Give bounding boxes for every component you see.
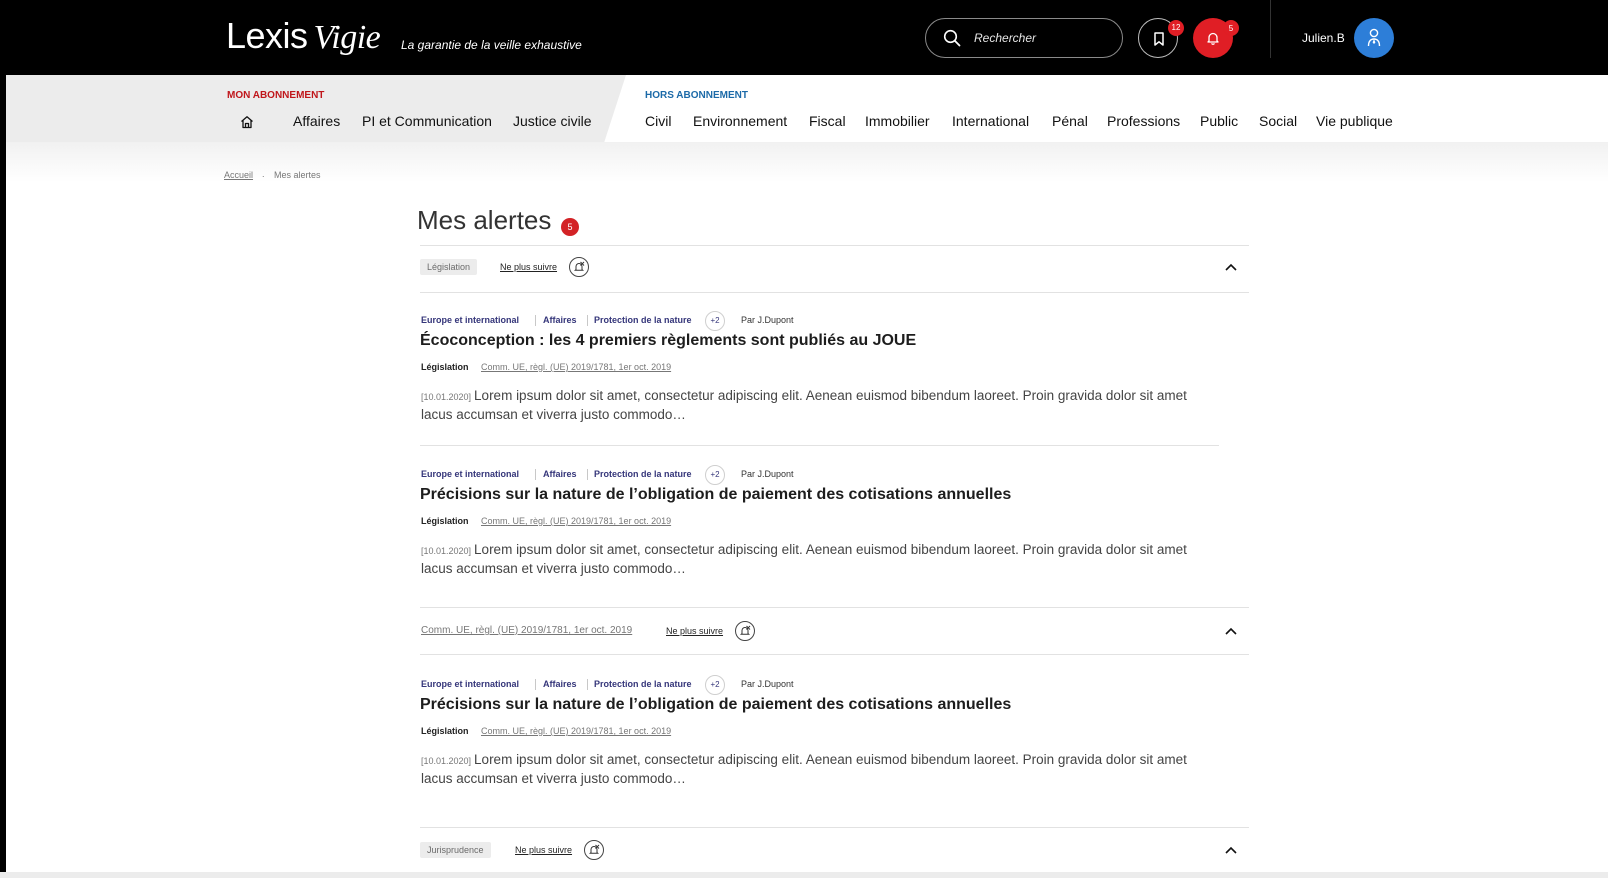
nav-item-vie-publique[interactable]: Vie publique: [1316, 113, 1393, 129]
search-box[interactable]: [925, 18, 1123, 58]
breadcrumb-current: Mes alertes: [274, 170, 321, 180]
article-type: Législation: [421, 516, 469, 526]
article-excerpt: [10.01.2020] Lorem ipsum dolor sit amet, …: [421, 751, 1201, 788]
article-reference-link[interactable]: Comm. UE, règl. (UE) 2019/1781, 1er oct.…: [481, 362, 671, 372]
category-tag[interactable]: Affaires: [543, 315, 577, 325]
nav-item-pi-communication[interactable]: PI et Communication: [362, 113, 492, 129]
bell-off-icon[interactable]: [569, 257, 589, 277]
separator: [535, 315, 536, 326]
top-header: Lexis Vigie La garantie de la veille exha…: [0, 0, 1608, 75]
search-input[interactable]: [974, 28, 1114, 48]
article-excerpt-text: Lorem ipsum dolor sit amet, consectetur …: [421, 388, 1187, 422]
chevron-up-icon[interactable]: [1224, 845, 1238, 855]
nav-item-penal[interactable]: Pénal: [1052, 113, 1088, 129]
bell-off-icon[interactable]: [735, 621, 755, 641]
avatar[interactable]: [1354, 18, 1394, 58]
separator: [535, 679, 536, 690]
nav-item-affaires[interactable]: Affaires: [293, 113, 340, 129]
search-icon: [943, 29, 961, 47]
user-icon: [1367, 28, 1381, 47]
breadcrumb-home[interactable]: Accueil: [224, 170, 253, 180]
separator: [587, 315, 588, 326]
divider: [420, 292, 1249, 293]
article-author: Par J.Dupont: [741, 679, 794, 689]
nav-item-social[interactable]: Social: [1259, 113, 1297, 129]
category-tag[interactable]: Affaires: [543, 469, 577, 479]
user-name[interactable]: Julien.B: [1302, 31, 1345, 45]
unfollow-link[interactable]: Ne plus suivre: [500, 262, 557, 272]
section-tag-legislation: Législation: [420, 259, 478, 275]
logo-main: Lexis: [226, 15, 308, 56]
article-author: Par J.Dupont: [741, 315, 794, 325]
chevron-up-icon[interactable]: [1224, 262, 1238, 272]
unsubscribed-label: HORS ABONNEMENT: [645, 90, 748, 101]
nav-item-environnement[interactable]: Environnement: [693, 113, 787, 129]
nav-item-international[interactable]: International: [952, 113, 1029, 129]
category-tag[interactable]: Europe et international: [421, 469, 519, 479]
divider: [420, 445, 1219, 446]
category-tag[interactable]: Europe et international: [421, 315, 519, 325]
article-reference-link[interactable]: Comm. UE, règl. (UE) 2019/1781, 1er oct.…: [481, 516, 671, 526]
separator: [535, 469, 536, 480]
unfollow-link[interactable]: Ne plus suivre: [515, 845, 572, 855]
category-tag[interactable]: Affaires: [543, 679, 577, 689]
article-title[interactable]: Précisions sur la nature de l’obligation…: [420, 486, 1011, 504]
nav-item-justice-civile[interactable]: Justice civile: [513, 113, 592, 129]
header-divider: [1270, 0, 1271, 58]
bell-icon: [1207, 32, 1219, 45]
section-reference-link[interactable]: Comm. UE, règl. (UE) 2019/1781, 1er oct.…: [421, 625, 632, 636]
section-tag-jurisprudence: Jurisprudence: [420, 842, 491, 858]
logo-sub: Vigie: [313, 19, 381, 56]
article-type: Législation: [421, 726, 469, 736]
more-categories-button[interactable]: +2: [705, 675, 725, 695]
bell-off-icon[interactable]: [584, 840, 604, 860]
bottom-edge: [0, 872, 1608, 878]
article-date: [10.01.2020]: [421, 546, 472, 556]
article-excerpt: [10.01.2020] Lorem ipsum dolor sit amet, …: [421, 541, 1201, 578]
tagline: La garantie de la veille exhaustive: [401, 38, 582, 52]
article-author: Par J.Dupont: [741, 469, 794, 479]
article-title[interactable]: Écoconception : les 4 premiers règlement…: [420, 332, 916, 350]
article-title[interactable]: Précisions sur la nature de l’obligation…: [420, 696, 1011, 714]
nav-item-public[interactable]: Public: [1200, 113, 1238, 129]
divider: [420, 607, 1249, 608]
divider: [420, 827, 1249, 828]
alerts-count-badge: 5: [1223, 20, 1239, 36]
article-date: [10.01.2020]: [421, 756, 472, 766]
nav-item-immobilier[interactable]: Immobilier: [865, 113, 930, 129]
page-title: Mes alertes: [417, 205, 552, 235]
logo[interactable]: Lexis Vigie: [226, 15, 381, 57]
category-tag[interactable]: Europe et international: [421, 679, 519, 689]
home-icon[interactable]: [240, 115, 254, 129]
category-tag[interactable]: Protection de la nature: [594, 679, 692, 689]
bookmarks-count-badge: 12: [1168, 20, 1184, 36]
divider: [420, 654, 1249, 655]
article-excerpt-text: Lorem ipsum dolor sit amet, consectetur …: [421, 752, 1187, 786]
alerts-title-badge: 5: [561, 218, 579, 236]
article-date: [10.01.2020]: [421, 392, 472, 402]
subscribed-nav-background: [6, 75, 626, 142]
separator: [587, 469, 588, 480]
article-excerpt: [10.01.2020] Lorem ipsum dolor sit amet, …: [421, 387, 1201, 424]
article-type: Législation: [421, 362, 469, 372]
chevron-up-icon[interactable]: [1224, 626, 1238, 636]
nav-item-civil[interactable]: Civil: [645, 113, 671, 129]
separator: [587, 679, 588, 690]
article-reference-link[interactable]: Comm. UE, règl. (UE) 2019/1781, 1er oct.…: [481, 726, 671, 736]
bookmark-icon: [1154, 32, 1164, 46]
breadcrumb-separator: .: [262, 169, 265, 179]
more-categories-button[interactable]: +2: [705, 465, 725, 485]
more-categories-button[interactable]: +2: [705, 311, 725, 331]
category-tag[interactable]: Protection de la nature: [594, 315, 692, 325]
nav-item-professions[interactable]: Professions: [1107, 113, 1180, 129]
divider: [420, 245, 1249, 246]
window-edge: [0, 0, 6, 878]
category-tag[interactable]: Protection de la nature: [594, 469, 692, 479]
subscribed-label: MON ABONNEMENT: [227, 90, 325, 101]
article-excerpt-text: Lorem ipsum dolor sit amet, consectetur …: [421, 542, 1187, 576]
unfollow-link[interactable]: Ne plus suivre: [666, 626, 723, 636]
nav-item-fiscal[interactable]: Fiscal: [809, 113, 846, 129]
